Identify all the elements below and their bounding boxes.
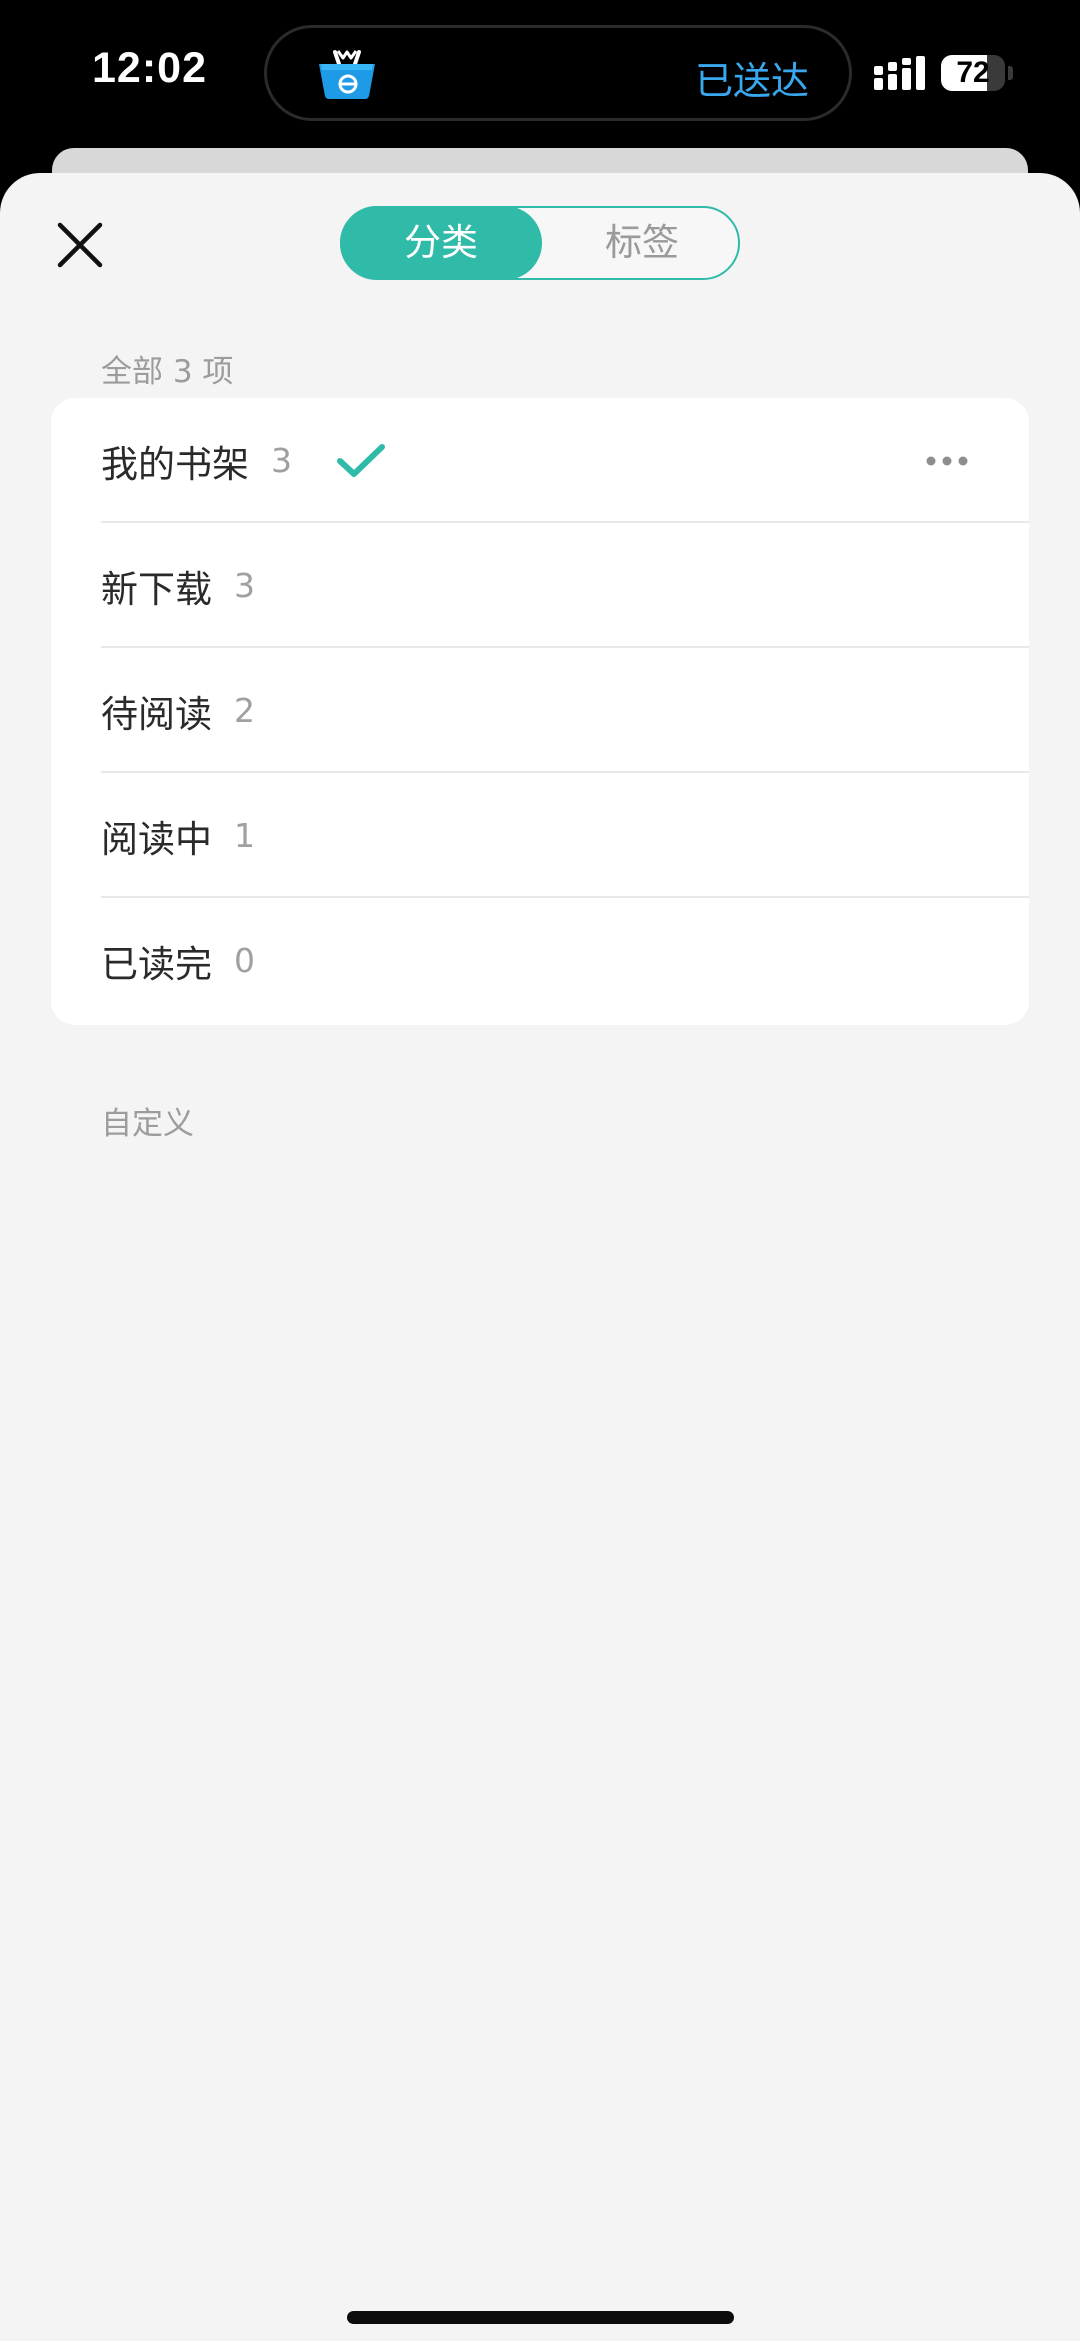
- category-sheet: 分类 标签 全部 3 项 我的书架 3 新下载 3 待阅读 2 阅读中 1 已读…: [0, 173, 1080, 2341]
- list-item-new-downloads[interactable]: 新下载 3: [51, 523, 1029, 648]
- custom-section-label: 自定义: [101, 1106, 194, 1142]
- list-item-count: 3: [271, 441, 292, 480]
- island-status-text: 已送达: [694, 59, 809, 103]
- close-icon[interactable]: [52, 217, 108, 273]
- cellular-signal-icon: [874, 56, 925, 90]
- tab-tags[interactable]: 标签: [542, 206, 742, 280]
- shopping-basket-app-icon: [319, 50, 375, 99]
- tab-category[interactable]: 分类: [340, 206, 542, 280]
- list-item-name: 新下载: [101, 567, 212, 611]
- battery-percent: 72: [956, 56, 990, 89]
- list-item-name: 我的书架: [101, 442, 249, 486]
- list-item-finished[interactable]: 已读完 0: [51, 898, 1029, 1023]
- list-item-count: 3: [234, 566, 255, 605]
- list-item-count: 1: [234, 816, 255, 855]
- list-item-name: 已读完: [101, 942, 212, 986]
- more-options-icon[interactable]: [925, 446, 969, 476]
- list-item-my-bookshelf[interactable]: 我的书架 3: [51, 398, 1029, 523]
- battery-indicator: 72: [941, 55, 1005, 91]
- category-list: 我的书架 3 新下载 3 待阅读 2 阅读中 1 已读完 0: [51, 398, 1029, 1025]
- list-item-count: 2: [234, 691, 255, 730]
- all-section-label: 全部 3 项: [101, 354, 234, 390]
- list-item-count: 0: [234, 941, 255, 980]
- list-item-name: 阅读中: [101, 817, 212, 861]
- list-item-reading[interactable]: 阅读中 1: [51, 773, 1029, 898]
- dynamic-island[interactable]: 已送达: [264, 25, 852, 121]
- segmented-control: 分类 标签: [340, 206, 740, 280]
- checkmark-icon: [337, 443, 385, 477]
- status-bar: 12:02 已送达 72: [0, 0, 1080, 150]
- list-item-to-read[interactable]: 待阅读 2: [51, 648, 1029, 773]
- status-time: 12:02: [92, 44, 207, 92]
- list-item-name: 待阅读: [101, 692, 212, 736]
- battery-tip: [1008, 66, 1013, 80]
- home-indicator[interactable]: [347, 2311, 734, 2324]
